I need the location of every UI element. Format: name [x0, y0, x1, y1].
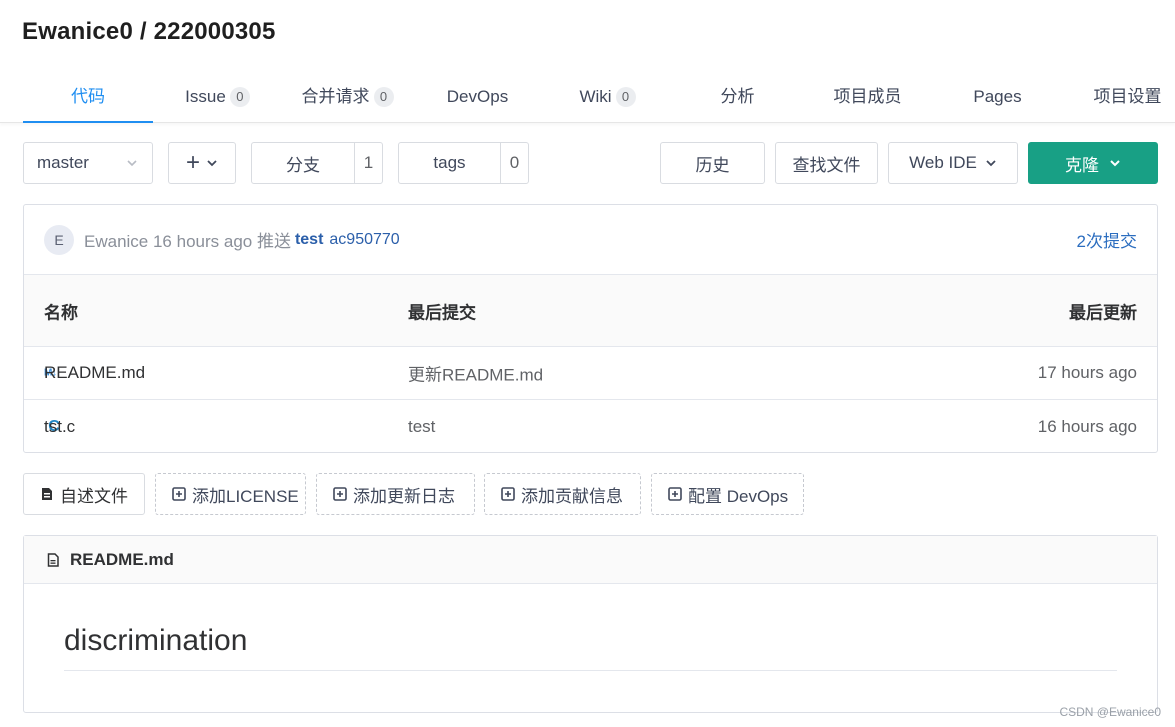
file-commit-message[interactable]: 更新README.md [408, 361, 543, 386]
file-update-time: 17 hours ago [1037, 363, 1137, 382]
commit-count-link[interactable]: 2次提交 [1077, 227, 1137, 252]
tab-count-badge: 0 [615, 87, 636, 107]
plus-square-icon [172, 487, 186, 501]
file-list-panel: E Ewanice 16 hours ago 推送 test ac950770 … [23, 204, 1158, 453]
chevron-down-icon [127, 160, 137, 167]
tab-label: 分析 [720, 87, 755, 106]
chevron-down-icon [1110, 160, 1120, 167]
tab-label: 代码 [71, 87, 105, 106]
repo-tabs: 代码 Issue 0 合并请求 0 DevOps Wiki 0 分析 项目成员 Pag… [0, 72, 1175, 123]
clone-label: 克隆 [1065, 155, 1099, 175]
plus-square-icon [501, 487, 515, 501]
tags-label: tags [433, 153, 466, 172]
web-ide-button[interactable]: Web IDE [888, 142, 1018, 184]
find-file-label: 查找文件 [792, 155, 861, 175]
web-ide-label: Web IDE [909, 153, 977, 172]
tab-label: Wiki [579, 87, 612, 106]
history-label: 历史 [695, 155, 730, 175]
tab-code[interactable]: 代码 [23, 72, 153, 123]
plus-square-icon [333, 487, 347, 501]
file-icon [47, 552, 59, 567]
repo-title: Ewanice0 / 222000305 [22, 18, 276, 45]
configure-devops-button[interactable]: 配置 DevOps [651, 473, 804, 515]
branches-label: 分支 [286, 155, 320, 175]
commit-author-time: Ewanice 16 hours ago 推送 [84, 232, 291, 251]
add-changelog-button[interactable]: 添加更新日志 [316, 473, 475, 515]
tab-analytics[interactable]: 分析 [675, 72, 800, 122]
commit-hash[interactable]: ac950770 [329, 231, 399, 249]
tab-members[interactable]: 项目成员 [805, 72, 930, 122]
tab-merge-requests[interactable]: 合并请求 0 [285, 72, 410, 122]
file-commit-message[interactable]: test [408, 417, 435, 437]
tab-label: Issue [185, 87, 226, 106]
tab-label: 项目成员 [833, 87, 902, 106]
add-menu-button[interactable]: + [168, 142, 236, 184]
plus-square-icon [668, 487, 682, 501]
tab-wiki[interactable]: Wiki 0 [545, 72, 670, 122]
tab-issue[interactable]: Issue 0 [155, 72, 280, 122]
tab-label: 合并请求 [301, 87, 370, 106]
chevron-down-icon [986, 160, 996, 167]
file-update-time: 16 hours ago [1037, 416, 1137, 436]
tab-label: Pages [973, 87, 1022, 106]
table-row: C tst.c test 16 hours ago [24, 400, 1157, 453]
avatar[interactable]: E [44, 224, 74, 255]
add-license-label: 添加LICENSE [192, 486, 299, 506]
add-contributing-label: 添加贡献信息 [521, 486, 623, 506]
file-name: tst.c [44, 416, 76, 436]
document-icon [42, 488, 52, 500]
branches-count: 1 [354, 143, 382, 183]
branch-select[interactable]: master [23, 142, 153, 184]
tab-count-badge: 0 [373, 87, 394, 107]
file-name: README.md [44, 363, 146, 382]
table-row: M↓ README.md 更新README.md 17 hours ago [24, 347, 1157, 400]
chevron-down-icon [207, 160, 217, 167]
tab-pages[interactable]: Pages [935, 72, 1060, 122]
branches-button[interactable]: 分支 1 [251, 142, 383, 184]
add-contributing-button[interactable]: 添加贡献信息 [484, 473, 641, 515]
header-last-commit: 最后提交 [408, 303, 476, 322]
configure-devops-label: 配置 DevOps [688, 486, 789, 506]
tab-settings[interactable]: 项目设置 [1065, 72, 1175, 122]
tab-devops[interactable]: DevOps [415, 72, 540, 122]
readme-heading: discrimination [64, 624, 248, 657]
readme-header: README.md [24, 536, 1157, 584]
readme-filename: README.md [70, 549, 174, 569]
tab-label: DevOps [446, 87, 509, 106]
readme-panel: README.md discrimination [23, 535, 1158, 713]
commit-message[interactable]: test [295, 231, 323, 249]
tags-count: 0 [500, 143, 528, 183]
header-last-update: 最后更新 [1069, 303, 1137, 322]
add-changelog-label: 添加更新日志 [353, 486, 455, 506]
clone-button[interactable]: 克隆 [1028, 142, 1158, 184]
readme-button-label: 自述文件 [60, 486, 128, 506]
branch-name: master [37, 153, 89, 172]
readme-button[interactable]: 自述文件 [23, 473, 145, 515]
find-file-button[interactable]: 查找文件 [775, 142, 878, 184]
watermark: CSDN @Ewanice0 [1059, 705, 1161, 719]
readme-divider [64, 670, 1117, 671]
add-license-button[interactable]: 添加LICENSE [155, 473, 306, 515]
latest-commit: E Ewanice 16 hours ago 推送 test ac950770 … [24, 205, 1157, 275]
history-button[interactable]: 历史 [660, 142, 765, 184]
plus-icon: + [185, 149, 200, 176]
tab-label: 项目设置 [1093, 87, 1162, 106]
header-name: 名称 [44, 303, 78, 322]
tab-count-badge: 0 [229, 87, 250, 107]
table-header: 名称 最后提交 最后更新 [24, 275, 1157, 347]
tags-button[interactable]: tags 0 [398, 142, 529, 184]
